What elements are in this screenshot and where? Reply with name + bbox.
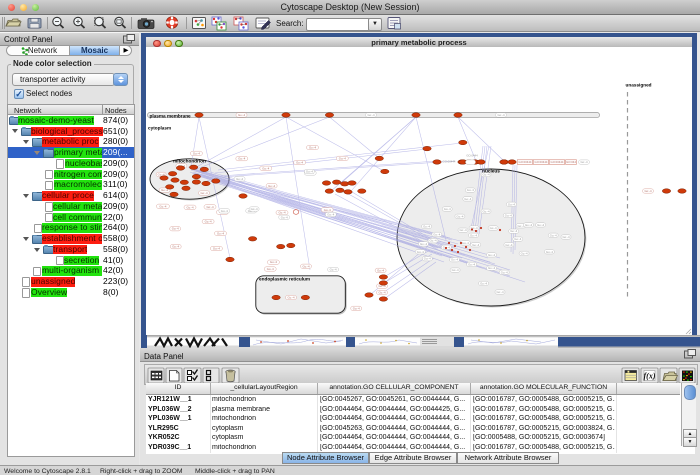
svg-text:mitochondrion: mitochondrion: [173, 159, 206, 164]
svg-text:Go:-4: Go:-4: [444, 207, 451, 211]
svg-text:Go:-4: Go:-4: [581, 160, 588, 164]
svg-text:Go:-4: Go:-4: [238, 157, 245, 161]
svg-text:Go:-4: Go:-4: [460, 228, 467, 232]
svg-text:Go:-4: Go:-4: [451, 258, 458, 262]
svg-text:Go:-4: Go:-4: [217, 231, 224, 235]
svg-text:Go:-4: Go:-4: [377, 268, 384, 272]
svg-text:Go:-4: Go:-4: [268, 184, 275, 188]
svg-text:Go:-4: Go:-4: [172, 227, 179, 231]
svg-text:Go:-4: Go:-4: [267, 267, 274, 271]
svg-text:Go:-4: Go:-4: [456, 214, 463, 218]
svg-text:Go:-4: Go:-4: [498, 113, 505, 117]
svg-text:GO:00444: GO:00444: [535, 160, 548, 164]
svg-text:Go:-4: Go:-4: [238, 113, 245, 117]
svg-text:Go:-4: Go:-4: [324, 208, 331, 212]
svg-text:Go:-4: Go:-4: [279, 211, 286, 215]
svg-text:Go:-4: Go:-4: [521, 251, 528, 255]
svg-text:Go:-4: Go:-4: [483, 209, 490, 213]
svg-text:GO:044: GO:044: [566, 160, 576, 164]
svg-text:GO:00444: GO:00444: [551, 160, 564, 164]
svg-text:f(x): f(x): [644, 372, 656, 381]
svg-text:Go:-4: Go:-4: [236, 177, 243, 181]
svg-text:Go:-4: Go:-4: [159, 204, 166, 208]
svg-text:cytoplasm: cytoplasm: [148, 126, 171, 131]
svg-text:Go:-4: Go:-4: [470, 233, 477, 237]
svg-text:Go:-4: Go:-4: [339, 156, 346, 160]
svg-text:Go:-4: Go:-4: [327, 213, 334, 217]
svg-text:Go:-4: Go:-4: [201, 191, 208, 195]
svg-text:Go:-4: Go:-4: [303, 264, 310, 268]
svg-text:Go:-4: Go:-4: [270, 260, 277, 264]
svg-text:Go:-4: Go:-4: [296, 161, 303, 165]
svg-text:Go:-4: Go:-4: [213, 247, 220, 251]
svg-text:Go:-4: Go:-4: [368, 113, 375, 117]
svg-text:Go:-4: Go:-4: [645, 189, 652, 193]
svg-text:Go:-4: Go:-4: [221, 209, 228, 213]
svg-text:Go:-4: Go:-4: [505, 213, 512, 217]
svg-text:Go:-4: Go:-4: [433, 232, 440, 236]
svg-text:Go:-4: Go:-4: [193, 151, 200, 155]
svg-text:GO:00444: GO:00444: [443, 160, 456, 164]
svg-text:nucleus: nucleus: [482, 168, 500, 173]
svg-text:Go:-4: Go:-4: [468, 262, 475, 266]
svg-text:Go:-4: Go:-4: [424, 257, 431, 261]
svg-text:Go:-4: Go:-4: [488, 253, 495, 257]
svg-text:GO:0444: GO:0444: [466, 154, 478, 158]
svg-text:Go:-4: Go:-4: [430, 239, 437, 243]
svg-text:Go:-4: Go:-4: [501, 270, 508, 274]
svg-text:Go:-4: Go:-4: [187, 205, 194, 209]
svg-text:Go:-4: Go:-4: [550, 233, 557, 237]
svg-text:Go:-4: Go:-4: [309, 146, 316, 150]
svg-text:Go:-4: Go:-4: [420, 242, 427, 246]
svg-text:Go:-4: Go:-4: [488, 266, 495, 270]
svg-text:Go:-4: Go:-4: [251, 207, 258, 211]
svg-text:Go:-4: Go:-4: [288, 296, 295, 300]
svg-text:Go:-4: Go:-4: [490, 226, 497, 230]
svg-text:Go:-4: Go:-4: [462, 241, 469, 245]
svg-text:Go:-4: Go:-4: [262, 166, 269, 170]
svg-text:Go:-4: Go:-4: [306, 170, 313, 174]
svg-text:Go:-4: Go:-4: [330, 268, 337, 272]
svg-text:Go:-4: Go:-4: [205, 220, 212, 224]
svg-text:Go:-4: Go:-4: [379, 291, 386, 295]
svg-text:unassigned: unassigned: [626, 83, 652, 88]
svg-text:Go:-4: Go:-4: [546, 250, 553, 254]
svg-text:GO:00444: GO:00444: [519, 160, 532, 164]
svg-text:Go:-4: Go:-4: [281, 215, 288, 219]
svg-text:Go:-4: Go:-4: [514, 237, 521, 241]
svg-text:Go:-4: Go:-4: [537, 223, 544, 227]
svg-text:plasma membrane: plasma membrane: [150, 113, 192, 118]
svg-text:Go:-4: Go:-4: [563, 235, 570, 239]
svg-text:Go:-4: Go:-4: [467, 188, 474, 192]
svg-text:Go:-4: Go:-4: [207, 205, 214, 209]
svg-text:endoplasmic reticulum: endoplasmic reticulum: [259, 277, 310, 282]
svg-text:Go:-4: Go:-4: [505, 243, 512, 247]
svg-text:Go:-4: Go:-4: [172, 245, 179, 249]
svg-text:Go:-4: Go:-4: [510, 229, 517, 233]
svg-text:Go:-4: Go:-4: [417, 250, 424, 254]
svg-text:Go:-4: Go:-4: [525, 223, 532, 227]
svg-text:Go:-4: Go:-4: [353, 306, 360, 310]
svg-text:Go:-4: Go:-4: [423, 224, 430, 228]
svg-text:Go:-4: Go:-4: [464, 197, 471, 201]
svg-text:Go:-4: Go:-4: [508, 202, 515, 206]
svg-text:Go:-4: Go:-4: [472, 243, 479, 247]
svg-text:Go:-4: Go:-4: [452, 268, 459, 272]
svg-text:Go:-4: Go:-4: [480, 281, 487, 285]
svg-text:Go:-4: Go:-4: [497, 290, 504, 294]
